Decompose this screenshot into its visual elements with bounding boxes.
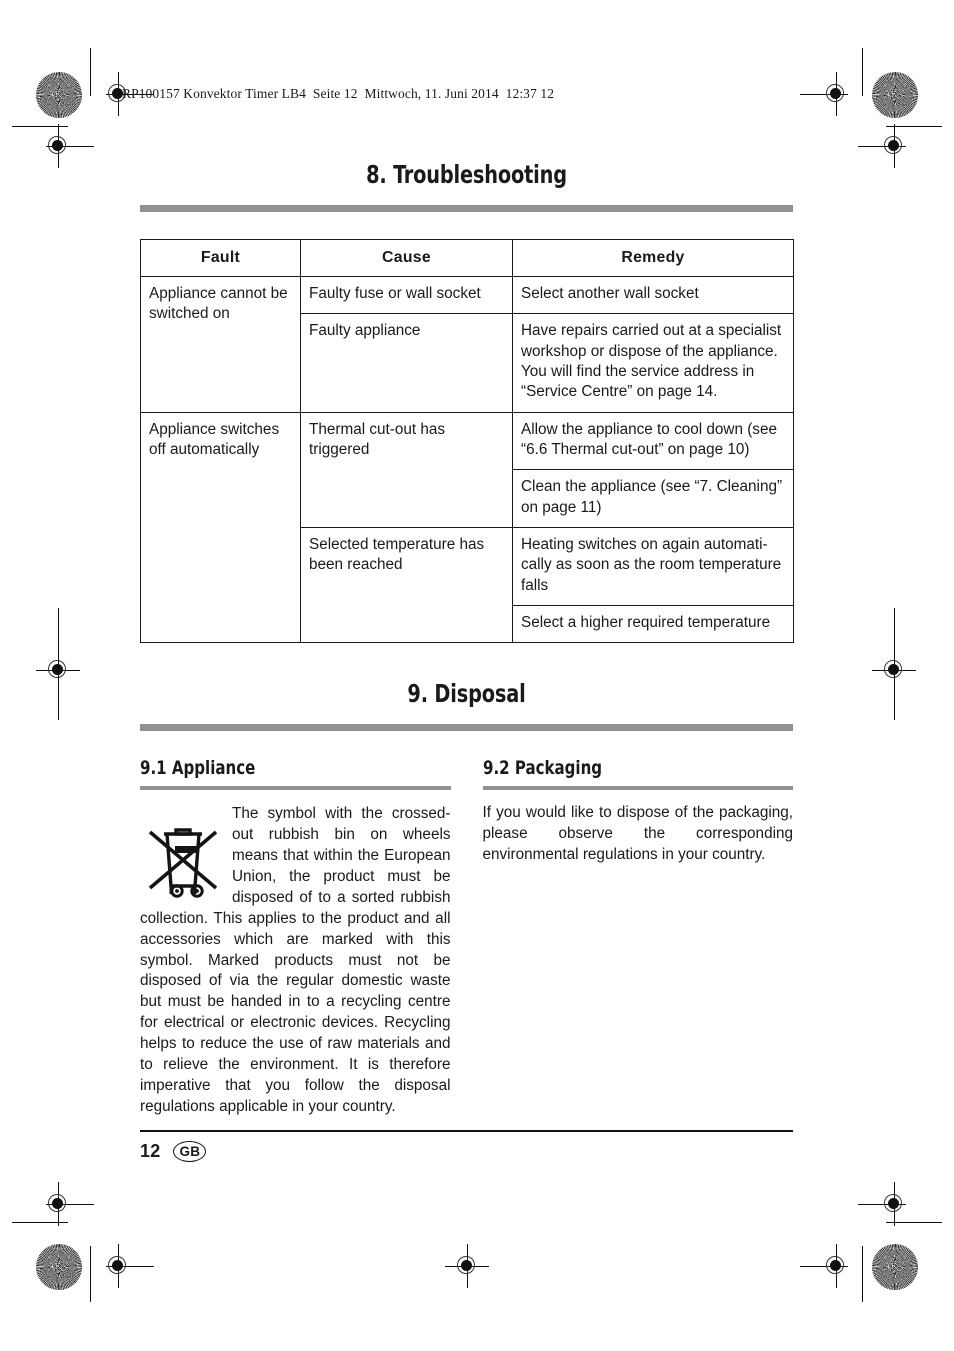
crossed-out-wheelie-bin-icon [144, 808, 222, 900]
page-title-disposal: 9. Disposal [407, 679, 526, 709]
moire-target-top-right [872, 72, 918, 118]
registration-mark-top-right [800, 72, 858, 116]
moire-target-top-left [36, 72, 82, 118]
troubleshooting-table: Fault Cause Remedy Appliance cannot be s… [140, 239, 794, 644]
subsection-rule-appliance [140, 786, 451, 791]
registration-mark-right-middle [872, 648, 916, 692]
registration-mark-bottom-right [800, 1244, 858, 1288]
subsection-title-appliance: 9.1 Appliance [140, 757, 256, 780]
running-header: RP100157 Konvektor Timer LB4 Seite 12 Mi… [122, 86, 555, 101]
column-header-remedy: Remedy [512, 239, 794, 277]
subsection-rule-packaging [482, 786, 793, 791]
cell-remedy: Have repairs carried out at a specialist… [512, 313, 794, 413]
disposal-packaging-body: If you would like to dispose of the pack… [482, 804, 794, 864]
column-header-cause: Cause [300, 239, 513, 277]
registration-mark-right-upper [858, 124, 916, 168]
moire-target-bottom-right [872, 1244, 918, 1290]
disposal-packaging-column: 9.2 Packaging If you would like to dispo… [482, 757, 794, 1117]
registration-mark-bottom-center [445, 1244, 489, 1288]
cell-fault: Appliance cannot be switched on [140, 276, 301, 413]
page-footer: 12 GB [140, 1130, 793, 1162]
disposal-appliance-column: 9.1 Appliance The symbol with the crosse… [140, 757, 451, 1117]
trim-line-right-upper-horizontal [886, 126, 942, 128]
trim-line-right-middle-vertical [893, 608, 895, 720]
footer-row: 12 GB [140, 1140, 793, 1162]
cell-remedy: Allow the appliance to cool down (see “6… [512, 411, 794, 471]
title-rule-disposal [140, 724, 793, 732]
trim-line-bottom-right-vertical [862, 1246, 864, 1302]
cell-remedy: Select another wall socket [512, 275, 794, 315]
disposal-section: 9. Disposal 9.1 Appliance The symbol wit… [140, 679, 793, 1117]
disposal-appliance-body: The symbol with the crossed-out rubbish … [140, 804, 451, 1117]
trim-line-top-left-vertical [90, 48, 92, 96]
trim-line-bottom-left-vertical [90, 1246, 92, 1302]
trim-line-right-lower-horizontal [886, 1222, 942, 1224]
table-row: Appliance switches off automatically The… [140, 411, 794, 644]
trim-line-left-upper-horizontal [12, 126, 68, 128]
disposal-columns: 9.1 Appliance The symbol with the crosse… [140, 757, 793, 1117]
page-content: 8. Troubleshooting Fault Cause Remedy Ap… [140, 160, 794, 1118]
registration-mark-left-middle [36, 648, 80, 692]
cell-cause: Faulty appliance [300, 313, 513, 413]
cell-cause: Thermal cut-out has triggered [300, 411, 513, 529]
registration-mark-right-lower [858, 1182, 916, 1226]
cell-remedy: Clean the appliance (see “7. Cleaning” o… [512, 469, 794, 529]
registration-mark-bottom-left [96, 1244, 154, 1288]
subsection-title-packaging: 9.2 Packaging [482, 757, 602, 780]
trim-line-left-middle-vertical [57, 608, 59, 720]
cell-cause: Selected temperature has been reached [300, 527, 513, 644]
moire-target-bottom-left [36, 1244, 82, 1290]
cell-remedy: Select a higher required temperature [512, 605, 794, 644]
cell-cause: Faulty fuse or wall socket [300, 275, 513, 315]
table-header-row: Fault Cause Remedy [140, 239, 794, 277]
trim-line-left-lower-horizontal [12, 1222, 68, 1224]
title-rule-troubleshooting [140, 205, 793, 212]
page-title-troubleshooting: 8. Troubleshooting [366, 160, 567, 189]
table-row: Appliance cannot be switched on Faulty f… [140, 275, 794, 413]
footer-rule [140, 1130, 793, 1132]
cell-remedy: Heating switches on again automati-cally… [512, 527, 794, 607]
registration-mark-left-lower [36, 1182, 94, 1226]
cell-fault: Appliance switches off automatically [140, 411, 301, 644]
column-header-fault: Fault [140, 239, 301, 277]
language-badge: GB [173, 1140, 207, 1162]
registration-mark-left-upper [36, 124, 94, 168]
page-number: 12 [140, 1140, 161, 1161]
trim-line-top-right-vertical [862, 48, 864, 96]
